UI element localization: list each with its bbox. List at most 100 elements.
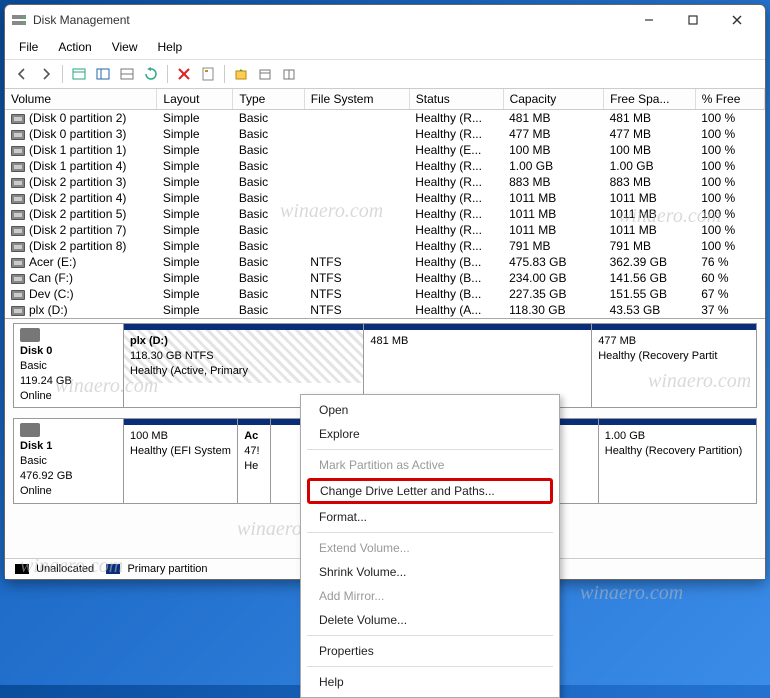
table-row[interactable]: (Disk 0 partition 2)SimpleBasicHealthy (…	[5, 110, 765, 127]
menu-separator	[307, 635, 553, 636]
col-type[interactable]: Type	[233, 89, 304, 110]
swatch-unallocated	[15, 564, 29, 574]
table-row[interactable]: (Disk 2 partition 5)SimpleBasicHealthy (…	[5, 206, 765, 222]
table-row[interactable]: (Disk 1 partition 1)SimpleBasicHealthy (…	[5, 142, 765, 158]
volume-status: Healthy (R...	[409, 190, 503, 206]
col-filesystem[interactable]: File System	[304, 89, 409, 110]
arrow-right-icon	[39, 67, 53, 81]
volume-fs: NTFS	[304, 286, 409, 302]
table-row[interactable]: (Disk 1 partition 4)SimpleBasicHealthy (…	[5, 158, 765, 174]
toolbar-panel2[interactable]	[92, 63, 114, 85]
table-row[interactable]: (Disk 2 partition 8)SimpleBasicHealthy (…	[5, 238, 765, 254]
table-row[interactable]: (Disk 2 partition 4)SimpleBasicHealthy (…	[5, 190, 765, 206]
table-row[interactable]: plx (D:)SimpleBasicNTFSHealthy (A...118.…	[5, 302, 765, 318]
toolbar-back[interactable]	[11, 63, 33, 85]
toolbar-action3[interactable]	[278, 63, 300, 85]
partition[interactable]: Ac47!He	[237, 419, 269, 502]
volume-status: Healthy (R...	[409, 206, 503, 222]
volume-free: 791 MB	[604, 238, 696, 254]
table-row[interactable]: Acer (E:)SimpleBasicNTFSHealthy (B...475…	[5, 254, 765, 270]
partition-status: Healthy (EFI System	[130, 445, 231, 457]
col-layout[interactable]: Layout	[157, 89, 233, 110]
volume-type: Basic	[233, 286, 304, 302]
volume-fs	[304, 158, 409, 174]
menu-view[interactable]: View	[104, 37, 146, 57]
menu-item-properties[interactable]: Properties	[303, 639, 557, 663]
volume-free: 1011 MB	[604, 206, 696, 222]
volume-icon	[11, 242, 25, 252]
toolbar-delete[interactable]	[173, 63, 195, 85]
volume-layout: Simple	[157, 206, 233, 222]
col-pctfree[interactable]: % Free	[695, 89, 764, 110]
volume-name: (Disk 2 partition 5)	[29, 207, 126, 221]
toolbar-panel3[interactable]	[116, 63, 138, 85]
col-free[interactable]: Free Spa...	[604, 89, 696, 110]
disk-size: 476.92 GB	[20, 470, 73, 482]
volume-status: Healthy (A...	[409, 302, 503, 318]
table-row[interactable]: (Disk 0 partition 3)SimpleBasicHealthy (…	[5, 126, 765, 142]
menu-item-explore[interactable]: Explore	[303, 422, 557, 446]
volume-status: Healthy (R...	[409, 126, 503, 142]
menu-item-format[interactable]: Format...	[303, 505, 557, 529]
table-row[interactable]: Dev (C:)SimpleBasicNTFSHealthy (B...227.…	[5, 286, 765, 302]
minimize-button[interactable]	[627, 5, 671, 35]
maximize-icon	[688, 15, 698, 25]
partition-size: 100 MB	[130, 430, 168, 442]
toolbar-action1[interactable]	[230, 63, 252, 85]
volume-fs	[304, 238, 409, 254]
volume-free: 141.56 GB	[604, 270, 696, 286]
volume-name: (Disk 0 partition 3)	[29, 127, 126, 141]
table-row[interactable]: Can (F:)SimpleBasicNTFSHealthy (B...234.…	[5, 270, 765, 286]
close-button[interactable]	[715, 5, 759, 35]
delete-x-icon	[177, 67, 191, 81]
menu-file[interactable]: File	[11, 37, 46, 57]
disk-name: Disk 1	[20, 440, 52, 452]
maximize-button[interactable]	[671, 5, 715, 35]
volume-name: Can (F:)	[29, 271, 73, 285]
volume-pctfree: 100 %	[695, 222, 764, 238]
menu-item-open[interactable]: Open	[303, 398, 557, 422]
table-row[interactable]: (Disk 2 partition 7)SimpleBasicHealthy (…	[5, 222, 765, 238]
volume-name: (Disk 2 partition 8)	[29, 239, 126, 253]
toolbar-panel1[interactable]	[68, 63, 90, 85]
volume-icon	[11, 210, 25, 220]
volume-layout: Simple	[157, 238, 233, 254]
disk-icon	[20, 423, 40, 437]
partition-size: 1.00 GB	[605, 430, 645, 442]
panel3-icon	[120, 67, 134, 81]
menu-action[interactable]: Action	[50, 37, 99, 57]
volume-name: (Disk 0 partition 2)	[29, 111, 126, 125]
partition[interactable]: 1.00 GBHealthy (Recovery Partition)	[598, 419, 756, 502]
menu-item-help[interactable]: Help	[303, 670, 557, 694]
volume-layout: Simple	[157, 126, 233, 142]
partition-title: Ac	[244, 430, 258, 442]
action1-icon	[234, 67, 248, 81]
col-capacity[interactable]: Capacity	[503, 89, 604, 110]
toolbar-refresh[interactable]	[140, 63, 162, 85]
menu-item-add-mirror: Add Mirror...	[303, 584, 557, 608]
properties-icon	[201, 67, 215, 81]
volume-layout: Simple	[157, 222, 233, 238]
partition[interactable]: 100 MB Healthy (EFI System	[124, 419, 237, 502]
volume-status: Healthy (R...	[409, 222, 503, 238]
app-icon	[11, 12, 27, 28]
menu-item-change-drive-letter-and-paths[interactable]: Change Drive Letter and Paths...	[307, 478, 553, 504]
table-row[interactable]: (Disk 2 partition 3)SimpleBasicHealthy (…	[5, 174, 765, 190]
col-volume[interactable]: Volume	[5, 89, 157, 110]
volume-icon	[11, 130, 25, 140]
volume-layout: Simple	[157, 270, 233, 286]
menu-item-mark-partition-as-active: Mark Partition as Active	[303, 453, 557, 477]
toolbar-action2[interactable]	[254, 63, 276, 85]
volume-capacity: 481 MB	[503, 110, 604, 127]
toolbar-forward[interactable]	[35, 63, 57, 85]
volume-name: Dev (C:)	[29, 287, 74, 301]
menu-item-delete-volume[interactable]: Delete Volume...	[303, 608, 557, 632]
volume-status: Healthy (B...	[409, 286, 503, 302]
toolbar-properties[interactable]	[197, 63, 219, 85]
col-status[interactable]: Status	[409, 89, 503, 110]
volume-capacity: 1.00 GB	[503, 158, 604, 174]
menu-help[interactable]: Help	[150, 37, 191, 57]
menu-item-shrink-volume[interactable]: Shrink Volume...	[303, 560, 557, 584]
volume-fs	[304, 190, 409, 206]
partition[interactable]: 477 MBHealthy (Recovery Partit	[591, 324, 756, 407]
